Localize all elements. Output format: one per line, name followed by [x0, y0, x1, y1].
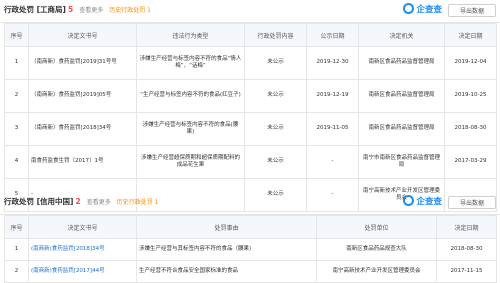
penalty-unit: 南宁高新技术产业开发区管理委员会 [316, 260, 437, 283]
decision-date: 2019-12-04 [444, 46, 497, 80]
table-row: 2 (南商新)食药监罚[2017]44号 生产经营不符合食品安全国家标准的食品 … [4, 260, 497, 283]
violation-type: 涉嫌生产经营超保质期和超保质期配料的成品花生果 [136, 145, 245, 179]
violation-type: “生产经营与标签内容不符的食品(红豆子) [136, 79, 245, 113]
col-header: 处罚事由 [136, 215, 317, 239]
record-count: 5 [67, 5, 74, 14]
publish-date: 2019-11-05 [306, 112, 359, 146]
decision-date: 2018-08-30 [444, 112, 497, 146]
decision-date: 2019-10-25 [444, 79, 497, 113]
violation-type: 涉嫌生产经营与标签内容不符的食品(腰果) [136, 112, 245, 146]
table-row: 1 (南商新)食药监罚[2018]34号 涉嫌生产经营与其标签内容不符的食品（腰… [4, 238, 497, 261]
table-header-row: 序号 决定文书号 处罚事由 处罚单位 决定日期 [4, 215, 497, 239]
penalty-content: 未公示 [244, 46, 307, 80]
admin-penalty-section-credit-china: 行政处罚 [信用中国] 2 查看更多 历史行政处罚 1 企查查 导出数据 序号 决定文… [0, 192, 500, 283]
table-row: 1 （南商新）食药监罚[2019]31号号 涉嫌生产经营与标签内容不符的食品“情… [4, 46, 497, 80]
view-more-link[interactable]: 查看更多 [87, 199, 111, 206]
export-data-button[interactable]: 导出数据 [448, 196, 496, 209]
brand-text: 企查查 [416, 197, 442, 207]
export-label: 导出数据 [459, 200, 484, 207]
col-header: 行政处罚内容 [244, 23, 307, 47]
col-header: 序号 [4, 215, 29, 239]
col-header: 处罚单位 [316, 215, 437, 239]
table-row: 4 南食药监食生罚〔2017〕1号 涉嫌生产经营超保质期和超保质期配料的成品花生… [4, 145, 497, 179]
brand-text: 企查查 [416, 5, 442, 15]
search-icon [403, 195, 415, 206]
col-header: 违法行为类型 [136, 23, 245, 47]
section-title-wrap: 行政处罚 [工商局] 5 查看更多 历史行政处罚 1 [4, 4, 151, 15]
document-number-link[interactable]: (南商新)食药监罚[2018]34号 [28, 238, 137, 261]
col-header: 序号 [4, 23, 29, 47]
decision-date: 2017-03-29 [444, 145, 497, 179]
record-count: 2 [75, 197, 81, 206]
qichacha-logo: 企查查 [403, 195, 442, 207]
document-number: （南商新）食药监罚[2019]31号号 [28, 46, 137, 80]
history-penalty-link[interactable]: 历史行政处罚 1 [117, 199, 159, 206]
table-row: 2 （南商新）食药监罚[2019]05号 “生产经营与标签内容不符的食品(红豆子… [4, 79, 497, 113]
publish-date: 2019-12-19 [306, 79, 359, 113]
col-header: 决定日期 [444, 23, 497, 47]
section-header: 行政处罚 [信用中国] 2 查看更多 历史行政处罚 1 企查查 导出数据 [0, 192, 500, 215]
row-index: 2 [4, 260, 29, 283]
penalty-content: 未公示 [244, 145, 307, 179]
authority: 南新区食品药品监督管理局 [358, 112, 445, 146]
col-header: 决定文书号 [28, 215, 137, 239]
document-number: （南商新）食药监罚[2018]34号 [28, 112, 137, 146]
col-header: 决定文书号 [28, 23, 137, 47]
penalty-table: 序号 决定文书号 处罚事由 处罚单位 决定日期 1 (南商新)食药监罚[2018… [4, 215, 497, 283]
penalty-table: 序号 决定文书号 违法行为类型 行政处罚内容 公示日期 决定机关 决定日期 1 … [4, 23, 497, 212]
row-index: 2 [4, 79, 29, 113]
authority: 南新区食品药品监督管理局 [358, 46, 445, 80]
search-icon [403, 3, 415, 14]
decision-date: 2018-08-30 [436, 238, 497, 261]
qichacha-logo: 企查查 [403, 3, 442, 15]
admin-penalty-section-aic: 行政处罚 [工商局] 5 查看更多 历史行政处罚 1 企查查 导出数据 序号 决定文书… [0, 0, 500, 212]
publish-date: 2019-12-30 [306, 46, 359, 80]
col-header: 公示日期 [306, 23, 359, 47]
export-data-button[interactable]: 导出数据 [448, 4, 496, 17]
penalty-unit: 南新区食品药品规查大队 [316, 238, 437, 261]
export-label: 导出数据 [459, 8, 484, 15]
authority: 南宁市南新区食品药品监督管理局 [358, 145, 445, 179]
document-number: 南食药监食生罚〔2017〕1号 [28, 145, 137, 179]
penalty-content: 未公示 [244, 79, 307, 113]
document-number-link[interactable]: (南商新)食药监罚[2017]44号 [28, 260, 137, 283]
violation-type: 涉嫌生产经营与标签内容不符的食品“情人梅”、“话梅” [136, 46, 245, 80]
view-more-link[interactable]: 查看更多 [79, 7, 103, 14]
row-index: 4 [4, 145, 29, 179]
section-title: 行政处罚 [信用中国] [4, 197, 74, 206]
table-header-row: 序号 决定文书号 违法行为类型 行政处罚内容 公示日期 决定机关 决定日期 [4, 23, 497, 47]
row-index: 1 [4, 238, 29, 261]
section-title-wrap: 行政处罚 [信用中国] 2 查看更多 历史行政处罚 1 [4, 196, 158, 207]
decision-date: 2017-11-15 [436, 260, 497, 283]
col-header: 决定机关 [358, 23, 445, 47]
publish-date: - [306, 145, 359, 179]
penalty-reason: 生产经营不符合食品安全国家标准的食品 [136, 260, 317, 283]
section-title: 行政处罚 [工商局] [4, 5, 66, 14]
row-index: 1 [4, 46, 29, 80]
penalty-content: 未公示 [244, 112, 307, 146]
row-index: 3 [4, 112, 29, 146]
table-row: 3 （南商新）食药监罚[2018]34号 涉嫌生产经营与标签内容不符的食品(腰果… [4, 112, 497, 146]
history-penalty-link[interactable]: 历史行政处罚 1 [109, 7, 151, 14]
authority: 南新区食品药品监督管理局 [358, 79, 445, 113]
section-header: 行政处罚 [工商局] 5 查看更多 历史行政处罚 1 企查查 导出数据 [0, 0, 500, 23]
penalty-reason: 涉嫌生产经营与其标签内容不符的食品（腰果) [136, 238, 317, 261]
document-number: （南商新）食药监罚[2019]05号 [28, 79, 137, 113]
col-header: 决定日期 [436, 215, 497, 239]
